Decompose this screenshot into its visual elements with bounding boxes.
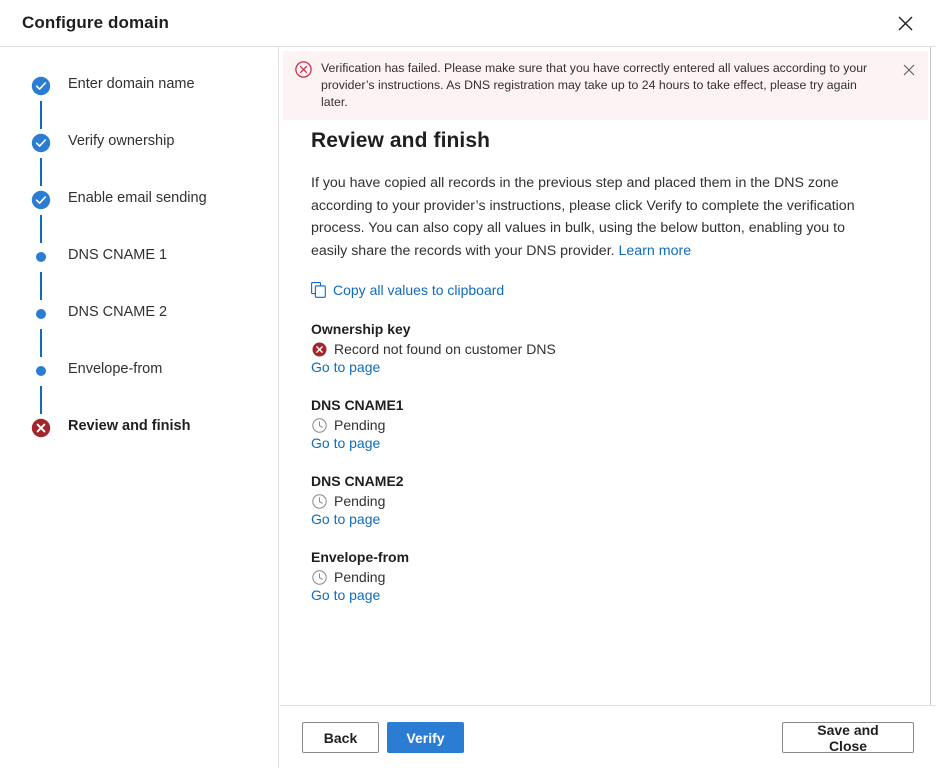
configure-domain-dialog: Configure domain Enter domain name <box>0 0 936 768</box>
sidebar-step-dns-cname-2[interactable]: DNS CNAME 2 <box>30 303 260 360</box>
record-status-text: Pending <box>334 417 385 433</box>
step-complete-icon <box>30 75 52 97</box>
sidebar-step-label: Enter domain name <box>68 76 195 92</box>
dialog-footer: Back Verify Save and Close <box>280 705 936 768</box>
error-banner-message: Verification has failed. Please make sur… <box>321 60 900 111</box>
error-circle-icon <box>295 61 312 83</box>
clock-icon <box>311 569 327 585</box>
record-item: Ownership key Record not found on custom… <box>311 321 891 377</box>
main-pane: Verification has failed. Please make sur… <box>280 47 936 768</box>
save-and-close-button[interactable]: Save and Close <box>782 722 914 753</box>
record-name: Ownership key <box>311 321 891 337</box>
step-pending-dot-icon <box>30 360 52 382</box>
close-icon[interactable] <box>888 7 922 39</box>
sidebar-step-label: Verify ownership <box>68 133 174 149</box>
clock-icon <box>311 417 327 433</box>
record-item: DNS CNAME1 Pending Go to page <box>311 397 891 453</box>
dialog-titlebar: Configure domain <box>0 0 936 47</box>
sidebar-step-verify-ownership[interactable]: Verify ownership <box>30 132 260 189</box>
record-name: Envelope-from <box>311 549 891 565</box>
content-description: If you have copied all records in the pr… <box>311 172 881 262</box>
copy-icon <box>311 282 326 298</box>
main-content: Review and finish If you have copied all… <box>311 129 891 625</box>
step-connector <box>40 329 42 357</box>
scrollbar-track[interactable] <box>930 47 931 706</box>
error-banner: Verification has failed. Please make sur… <box>283 51 928 120</box>
step-connector <box>40 101 42 129</box>
error-filled-icon <box>311 341 327 357</box>
record-name: DNS CNAME2 <box>311 473 891 489</box>
record-status: Pending <box>311 493 891 509</box>
verify-button[interactable]: Verify <box>387 722 464 753</box>
sidebar-step-enter-domain-name[interactable]: Enter domain name <box>30 75 260 132</box>
sidebar-step-label: DNS CNAME 1 <box>68 247 167 263</box>
step-pending-dot-icon <box>30 303 52 325</box>
step-connector <box>40 272 42 300</box>
content-description-text: If you have copied all records in the pr… <box>311 175 855 259</box>
record-status-text: Pending <box>334 493 385 509</box>
sidebar-step-label: Enable email sending <box>68 190 207 206</box>
step-error-icon <box>30 417 52 439</box>
record-status-text: Pending <box>334 569 385 585</box>
copy-all-values-label: Copy all values to clipboard <box>333 282 504 298</box>
record-status: Pending <box>311 417 891 433</box>
sidebar-step-label: Review and finish <box>68 418 190 434</box>
go-to-page-link[interactable]: Go to page <box>311 359 380 375</box>
sidebar-step-dns-cname-1[interactable]: DNS CNAME 1 <box>30 246 260 303</box>
step-connector <box>40 215 42 243</box>
record-list: Ownership key Record not found on custom… <box>311 321 891 605</box>
content-heading: Review and finish <box>311 129 891 153</box>
step-connector <box>40 158 42 186</box>
step-connector <box>40 386 42 414</box>
sidebar-step-envelope-from[interactable]: Envelope-from <box>30 360 260 417</box>
sidebar-step-label: DNS CNAME 2 <box>68 304 167 320</box>
go-to-page-link[interactable]: Go to page <box>311 435 380 451</box>
record-item: DNS CNAME2 Pending Go to page <box>311 473 891 529</box>
sidebar-step-review-and-finish[interactable]: Review and finish <box>30 417 260 443</box>
record-name: DNS CNAME1 <box>311 397 891 413</box>
step-complete-icon <box>30 132 52 154</box>
go-to-page-link[interactable]: Go to page <box>311 587 380 603</box>
copy-all-values-button[interactable]: Copy all values to clipboard <box>311 282 504 298</box>
step-complete-icon <box>30 189 52 211</box>
step-pending-dot-icon <box>30 246 52 268</box>
clock-icon <box>311 493 327 509</box>
learn-more-link[interactable]: Learn more <box>619 243 692 259</box>
record-item: Envelope-from Pending Go to page <box>311 549 891 605</box>
sidebar-step-enable-email-sending[interactable]: Enable email sending <box>30 189 260 246</box>
go-to-page-link[interactable]: Go to page <box>311 511 380 527</box>
step-sidebar: Enter domain name Verify ownership <box>0 47 279 768</box>
page-title: Configure domain <box>22 13 169 33</box>
step-list: Enter domain name Verify ownership <box>30 75 260 443</box>
banner-close-icon[interactable] <box>900 61 918 79</box>
record-status: Pending <box>311 569 891 585</box>
record-status: Record not found on customer DNS <box>311 341 891 357</box>
record-status-text: Record not found on customer DNS <box>334 341 556 357</box>
sidebar-step-label: Envelope-from <box>68 361 162 377</box>
back-button[interactable]: Back <box>302 722 379 753</box>
